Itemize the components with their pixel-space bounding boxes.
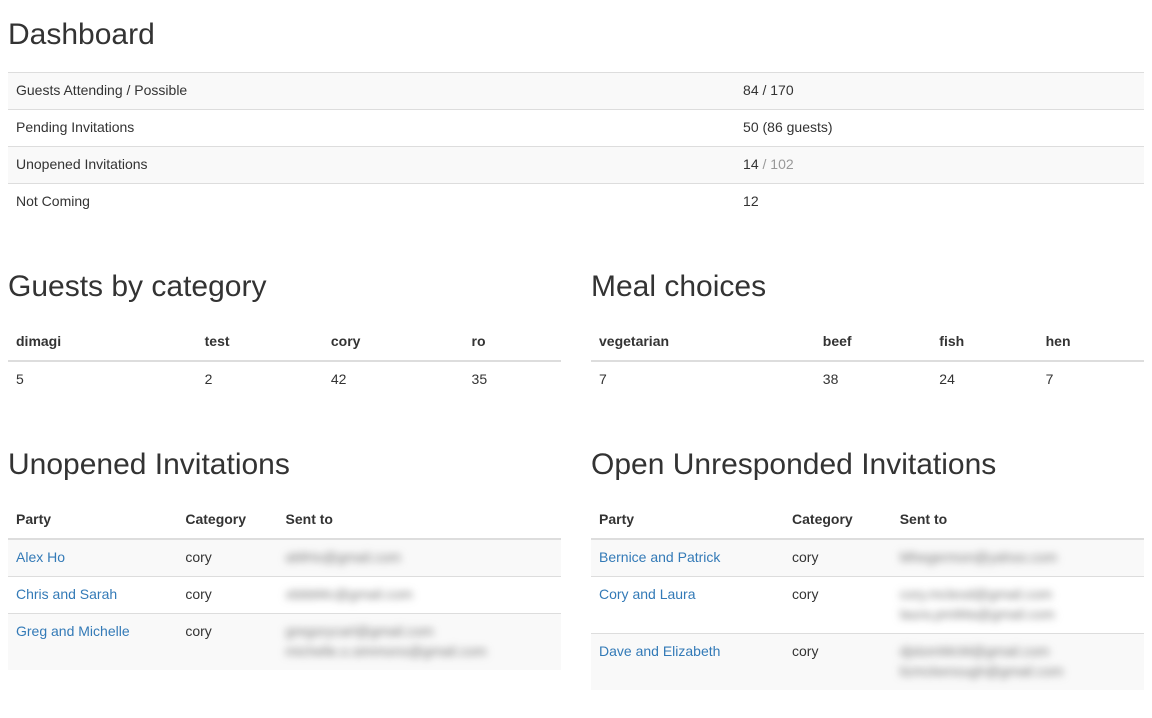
- col-header-sent-to: Sent to: [892, 502, 1144, 539]
- cell-sent-to: djstomMcM@gmail.com lizmckenough@gmail.c…: [892, 633, 1144, 689]
- cell: 7: [591, 361, 815, 398]
- summary-label: Guests Attending / Possible: [8, 73, 735, 110]
- col-header: beef: [815, 324, 932, 361]
- table-row: Cory and Laura cory cory.mcleod@gmail.co…: [591, 576, 1144, 633]
- table-row: Dave and Elizabeth cory djstomMcM@gmail.…: [591, 633, 1144, 689]
- redacted-email: gregorycarl@gmail.com: [286, 623, 434, 639]
- redacted-email: laura.pmiMa@gmail.com: [900, 606, 1055, 622]
- summary-label: Pending Invitations: [8, 109, 735, 146]
- table-row: Unopened Invitations 14 / 102: [8, 146, 1144, 183]
- cell: 38: [815, 361, 932, 398]
- col-header: cory: [323, 324, 464, 361]
- cell-category: cory: [177, 539, 277, 576]
- unresponded-table: Party Category Sent to Bernice and Patri…: [591, 502, 1144, 690]
- cell: 2: [197, 361, 323, 398]
- section-title-unresponded: Open Unresponded Invitations: [591, 448, 1144, 482]
- cell-category: cory: [784, 633, 892, 689]
- col-header-sent-to: Sent to: [278, 502, 561, 539]
- redacted-email: Mhegermon@yahoo.com: [900, 549, 1057, 565]
- table-row: Pending Invitations 50 (86 guests): [8, 109, 1144, 146]
- col-header-party: Party: [8, 502, 177, 539]
- unopened-table: Party Category Sent to Alex Ho cory aMHo…: [8, 502, 561, 670]
- cell-sent-to: cory.mcleod@gmail.com laura.pmiMa@gmail.…: [892, 576, 1144, 633]
- page-title: Dashboard: [8, 18, 1144, 52]
- col-header: hen: [1038, 324, 1144, 361]
- col-header: ro: [464, 324, 561, 361]
- meals-table: vegetarian beef fish hen 7 38 24 7: [591, 324, 1144, 398]
- summary-value-muted: / 102: [759, 156, 794, 172]
- col-header: dimagi: [8, 324, 197, 361]
- cell: 42: [323, 361, 464, 398]
- redacted-email: djstomMcM@gmail.com: [900, 643, 1050, 659]
- col-header-category: Category: [784, 502, 892, 539]
- table-row: Greg and Michelle cory gregorycarl@gmail…: [8, 613, 561, 669]
- redacted-email: michelle.o.simmons@gmail.com: [286, 643, 487, 659]
- col-header-category: Category: [177, 502, 277, 539]
- party-link[interactable]: Alex Ho: [16, 549, 65, 565]
- dashboard-summary-table: Guests Attending / Possible 84 / 170 Pen…: [8, 72, 1144, 220]
- section-title-meals: Meal choices: [591, 270, 1144, 304]
- party-link[interactable]: Dave and Elizabeth: [599, 643, 720, 659]
- col-header: fish: [931, 324, 1037, 361]
- party-link[interactable]: Bernice and Patrick: [599, 549, 720, 565]
- cell: 5: [8, 361, 197, 398]
- cell: 7: [1038, 361, 1144, 398]
- table-row: Not Coming 12: [8, 183, 1144, 219]
- summary-label: Not Coming: [8, 183, 735, 219]
- redacted-email: lizmckenough@gmail.com: [900, 663, 1064, 679]
- cell-category: cory: [177, 613, 277, 669]
- table-row: 5 2 42 35: [8, 361, 561, 398]
- cell-category: cory: [784, 539, 892, 576]
- redacted-email: xbbbMc@gmail.com: [286, 586, 413, 602]
- col-header: test: [197, 324, 323, 361]
- col-header-party: Party: [591, 502, 784, 539]
- cell-sent-to: gregorycarl@gmail.com michelle.o.simmons…: [278, 613, 561, 669]
- cell-category: cory: [177, 576, 277, 613]
- summary-label: Unopened Invitations: [8, 146, 735, 183]
- summary-value: 50 (86 guests): [735, 109, 1144, 146]
- summary-value: 14 / 102: [735, 146, 1144, 183]
- party-link[interactable]: Cory and Laura: [599, 586, 696, 602]
- cell: 35: [464, 361, 561, 398]
- party-link[interactable]: Greg and Michelle: [16, 623, 130, 639]
- table-row: Bernice and Patrick cory Mhegermon@yahoo…: [591, 539, 1144, 576]
- table-row: Guests Attending / Possible 84 / 170: [8, 73, 1144, 110]
- table-row: Alex Ho cory aMHo@gmail.com: [8, 539, 561, 576]
- cell-sent-to: aMHo@gmail.com: [278, 539, 561, 576]
- table-row: Chris and Sarah cory xbbbMc@gmail.com: [8, 576, 561, 613]
- summary-value-main: 14: [743, 156, 759, 172]
- redacted-email: cory.mcleod@gmail.com: [900, 586, 1052, 602]
- categories-table: dimagi test cory ro 5 2 42 35: [8, 324, 561, 398]
- cell-sent-to: Mhegermon@yahoo.com: [892, 539, 1144, 576]
- summary-value: 84 / 170: [735, 73, 1144, 110]
- cell-sent-to: xbbbMc@gmail.com: [278, 576, 561, 613]
- section-title-unopened: Unopened Invitations: [8, 448, 561, 482]
- cell: 24: [931, 361, 1037, 398]
- cell-category: cory: [784, 576, 892, 633]
- section-title-categories: Guests by category: [8, 270, 561, 304]
- table-row: 7 38 24 7: [591, 361, 1144, 398]
- party-link[interactable]: Chris and Sarah: [16, 586, 117, 602]
- col-header: vegetarian: [591, 324, 815, 361]
- redacted-email: aMHo@gmail.com: [286, 549, 401, 565]
- summary-value: 12: [735, 183, 1144, 219]
